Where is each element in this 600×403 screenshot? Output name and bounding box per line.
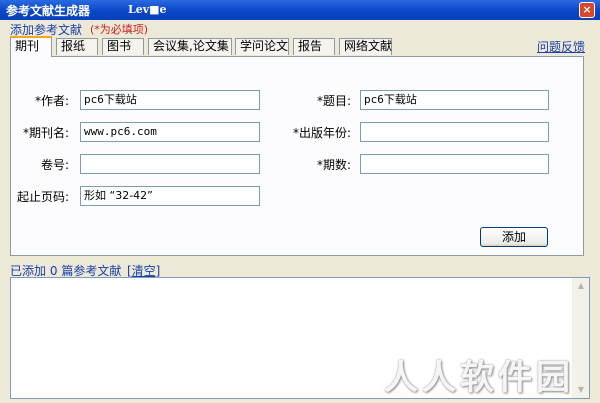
pages-field[interactable]: 形如 “32-42” [80, 186, 260, 206]
watermark-logo: 人人软件园 [384, 358, 574, 398]
form-panel: *作者: pc6下载站 *题目: pc6下载站 *期刊名: www.pc6.co… [10, 56, 584, 256]
year-field[interactable] [360, 122, 549, 142]
journal-label: *期刊名: [22, 126, 69, 140]
volume-label: 卷号: [40, 158, 69, 172]
window-title: 参考文献生成器 [6, 4, 91, 18]
feedback-link[interactable]: 问题反馈 [537, 38, 585, 55]
required-note: (*为必填项) [90, 23, 149, 36]
tab-report[interactable]: 报告 [293, 38, 335, 55]
tab-journal[interactable]: 期刊 [10, 36, 52, 57]
author-field[interactable]: pc6下载站 [80, 90, 260, 110]
tab-book[interactable]: 图书 [102, 38, 144, 55]
author-label: *作者: [34, 94, 69, 108]
volume-field[interactable] [80, 154, 260, 174]
title-label: *题目: [316, 94, 351, 108]
journal-field[interactable]: www.pc6.com [80, 122, 260, 142]
tab-thesis[interactable]: 学问论文 [235, 38, 289, 55]
pages-label: 起止页码: [16, 190, 69, 204]
vertical-scrollbar[interactable]: ▲ ▼ [572, 278, 589, 398]
tab-newspaper[interactable]: 报纸 [56, 38, 98, 55]
year-label: *出版年份: [292, 126, 351, 140]
scroll-up-icon[interactable]: ▲ [573, 278, 589, 294]
tab-web[interactable]: 网络文献 [339, 38, 392, 55]
window-title-suffix: Lev■e [128, 3, 167, 16]
close-button[interactable]: × [579, 2, 595, 18]
status-count: 0 [49, 264, 58, 278]
add-button[interactable]: 添加 [480, 227, 548, 247]
tab-conference[interactable]: 会议集,论文集 [148, 38, 232, 55]
status-prefix: 已添加 [10, 264, 47, 278]
title-field[interactable]: pc6下载站 [360, 90, 549, 110]
issue-field[interactable] [360, 154, 549, 174]
issue-label: *期数: [316, 158, 351, 172]
title-bar: 参考文献生成器 Lev■e × [0, 0, 600, 20]
scroll-down-icon[interactable]: ▼ [573, 382, 589, 398]
status-suffix: 篇参考文献 [61, 264, 122, 278]
